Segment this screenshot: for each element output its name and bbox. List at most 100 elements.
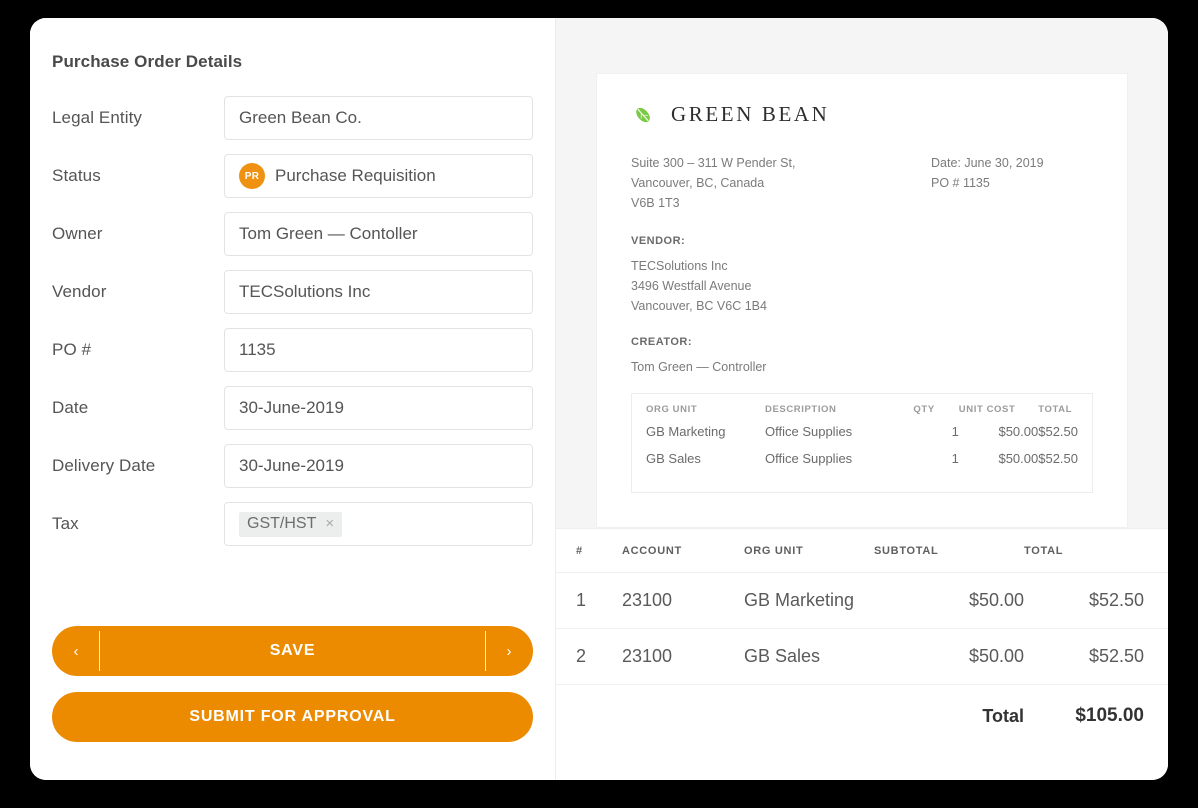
save-button[interactable]: SAVE [100,626,485,676]
table-row: GB Marketing Office Supplies 1 $50.00 $5… [646,424,1078,451]
remove-tax-chip-icon[interactable]: × [325,516,334,531]
form-row-owner: Owner Tom Green — Contoller [52,212,533,256]
owner-field[interactable]: Tom Green — Contoller [224,212,533,256]
total-label: Total [982,705,1024,726]
owner-value: Tom Green — Contoller [239,224,418,243]
document-items-table: ORG UNIT DESCRIPTION QTY UNIT COST TOTAL… [646,404,1078,478]
cell-total: $52.50 [1024,628,1168,685]
status-value: Purchase Requisition [275,166,436,185]
col-total: TOTAL [1038,404,1073,415]
total-value: $105.00 [1075,705,1144,726]
leaf-icon [636,107,650,122]
po-number-field[interactable]: 1135 [224,328,533,372]
cell-qty: 1 [951,451,959,466]
form-row-vendor: Vendor TECSolutions Inc [52,270,533,314]
table-row[interactable]: 1 23100 GB Marketing $50.00 $52.50 [556,572,1168,629]
col-qty: QTY [913,404,935,415]
vendor-address-line: 3496 Westfall Avenue [631,279,752,293]
creator-name: Tom Green — Controller [631,360,767,374]
submit-for-approval-button[interactable]: SUBMIT FOR APPROVAL [52,692,533,742]
table-header-row: # ACCOUNT ORG UNIT SUBTOTAL TOTAL [556,529,1168,573]
total-spacer [732,685,874,745]
previous-chevron-icon[interactable]: ‹ [52,626,100,676]
total-spacer [622,685,732,745]
col-org-unit: ORG UNIT [646,404,698,415]
total-spacer [556,685,622,745]
label-vendor: Vendor [52,282,107,301]
purchase-order-document: GREEN BEAN Suite 300 – 311 W Pender St, … [596,73,1128,528]
col-subtotal: SUBTOTAL [874,529,1024,573]
creator-label: CREATOR: [631,336,693,348]
col-description: DESCRIPTION [764,404,837,415]
summary-total-row: Total $105.00 [556,685,1168,745]
cell-number: 1 [556,572,622,629]
app-window: Purchase Order Details Legal Entity Gree… [30,18,1168,780]
legal-entity-value: Green Bean Co. [239,108,362,127]
cell-unit-cost: $50.00 [998,424,1039,439]
date-value: 30-June-2019 [239,398,344,417]
cell-qty: 1 [951,424,959,439]
cell-total: $52.50 [1038,424,1078,439]
status-badge: PR [239,163,265,189]
cell-description: Office Supplies [764,424,853,439]
vendor-address-line: TECSolutions Inc [631,259,728,273]
creator-block: CREATOR: Tom Green — Controller [631,336,1093,377]
col-number: # [556,529,622,573]
vendor-field[interactable]: TECSolutions Inc [224,270,533,314]
form-row-legal-entity: Legal Entity Green Bean Co. [52,96,533,140]
delivery-date-value: 30-June-2019 [239,456,344,475]
purchase-order-form: Legal Entity Green Bean Co. Status PR Pu… [52,96,533,546]
form-row-date: Date 30-June-2019 [52,386,533,430]
col-total: TOTAL [1024,529,1168,573]
document-brand: GREEN BEAN [631,102,1093,127]
cell-org-unit: GB Marketing [732,572,874,629]
form-row-po-number: PO # 1135 [52,328,533,372]
company-address-line: V6B 1T3 [631,196,680,210]
vendor-block: VENDOR: TECSolutions Inc 3496 Westfall A… [631,235,1093,316]
label-status: Status [52,166,101,185]
cell-account: 23100 [622,628,732,685]
document-address-row: Suite 300 – 311 W Pender St, Vancouver, … [631,153,1093,213]
col-org-unit: ORG UNIT [732,529,874,573]
summary-table: # ACCOUNT ORG UNIT SUBTOTAL TOTAL 1 2310… [556,529,1168,744]
table-header-row: ORG UNIT DESCRIPTION QTY UNIT COST TOTAL [646,404,1078,424]
legal-entity-field[interactable]: Green Bean Co. [224,96,533,140]
label-delivery-date: Delivery Date [52,456,156,475]
cell-total: $52.50 [1038,451,1078,466]
document-area: GREEN BEAN Suite 300 – 311 W Pender St, … [556,18,1168,528]
cell-org-unit: GB Sales [732,628,874,685]
cell-subtotal: $50.00 [874,572,1024,629]
brand-name: GREEN BEAN [671,102,830,126]
form-row-tax: Tax GST/HST × [52,502,533,546]
date-field[interactable]: 30-June-2019 [224,386,533,430]
tax-chip: GST/HST × [239,511,343,537]
next-chevron-icon[interactable]: › [485,626,533,676]
form-row-status: Status PR Purchase Requisition [52,154,533,198]
label-owner: Owner [52,224,103,243]
form-row-delivery-date: Delivery Date 30-June-2019 [52,444,533,488]
cell-account: 23100 [622,572,732,629]
vendor-value: TECSolutions Inc [239,282,371,301]
label-po-number: PO # [52,340,92,359]
cell-org-unit: GB Sales [646,451,701,466]
tax-chip-label: GST/HST [247,514,317,532]
tax-field[interactable]: GST/HST × [224,502,533,546]
company-address-line: Suite 300 – 311 W Pender St, [631,156,796,170]
cell-unit-cost: $50.00 [998,451,1039,466]
page-title: Purchase Order Details [52,52,243,71]
company-address-line: Vancouver, BC, Canada [631,176,765,190]
table-row: GB Sales Office Supplies 1 $50.00 $52.50 [646,451,1078,478]
purchase-order-form-panel: Purchase Order Details Legal Entity Gree… [30,18,556,780]
document-po-number: PO # 1135 [931,176,990,190]
cell-subtotal: $50.00 [874,628,1024,685]
cell-number: 2 [556,628,622,685]
status-field[interactable]: PR Purchase Requisition [224,154,533,198]
cell-org-unit: GB Marketing [646,424,726,439]
document-meta: Date: June 30, 2019 PO # 1135 [931,153,1044,213]
col-unit-cost: UNIT COST [958,404,1016,415]
label-date: Date [52,398,89,417]
vendor-label: VENDOR: [631,235,686,247]
delivery-date-field[interactable]: 30-June-2019 [224,444,533,488]
table-row[interactable]: 2 23100 GB Sales $50.00 $52.50 [556,628,1168,685]
col-account: ACCOUNT [622,529,732,573]
